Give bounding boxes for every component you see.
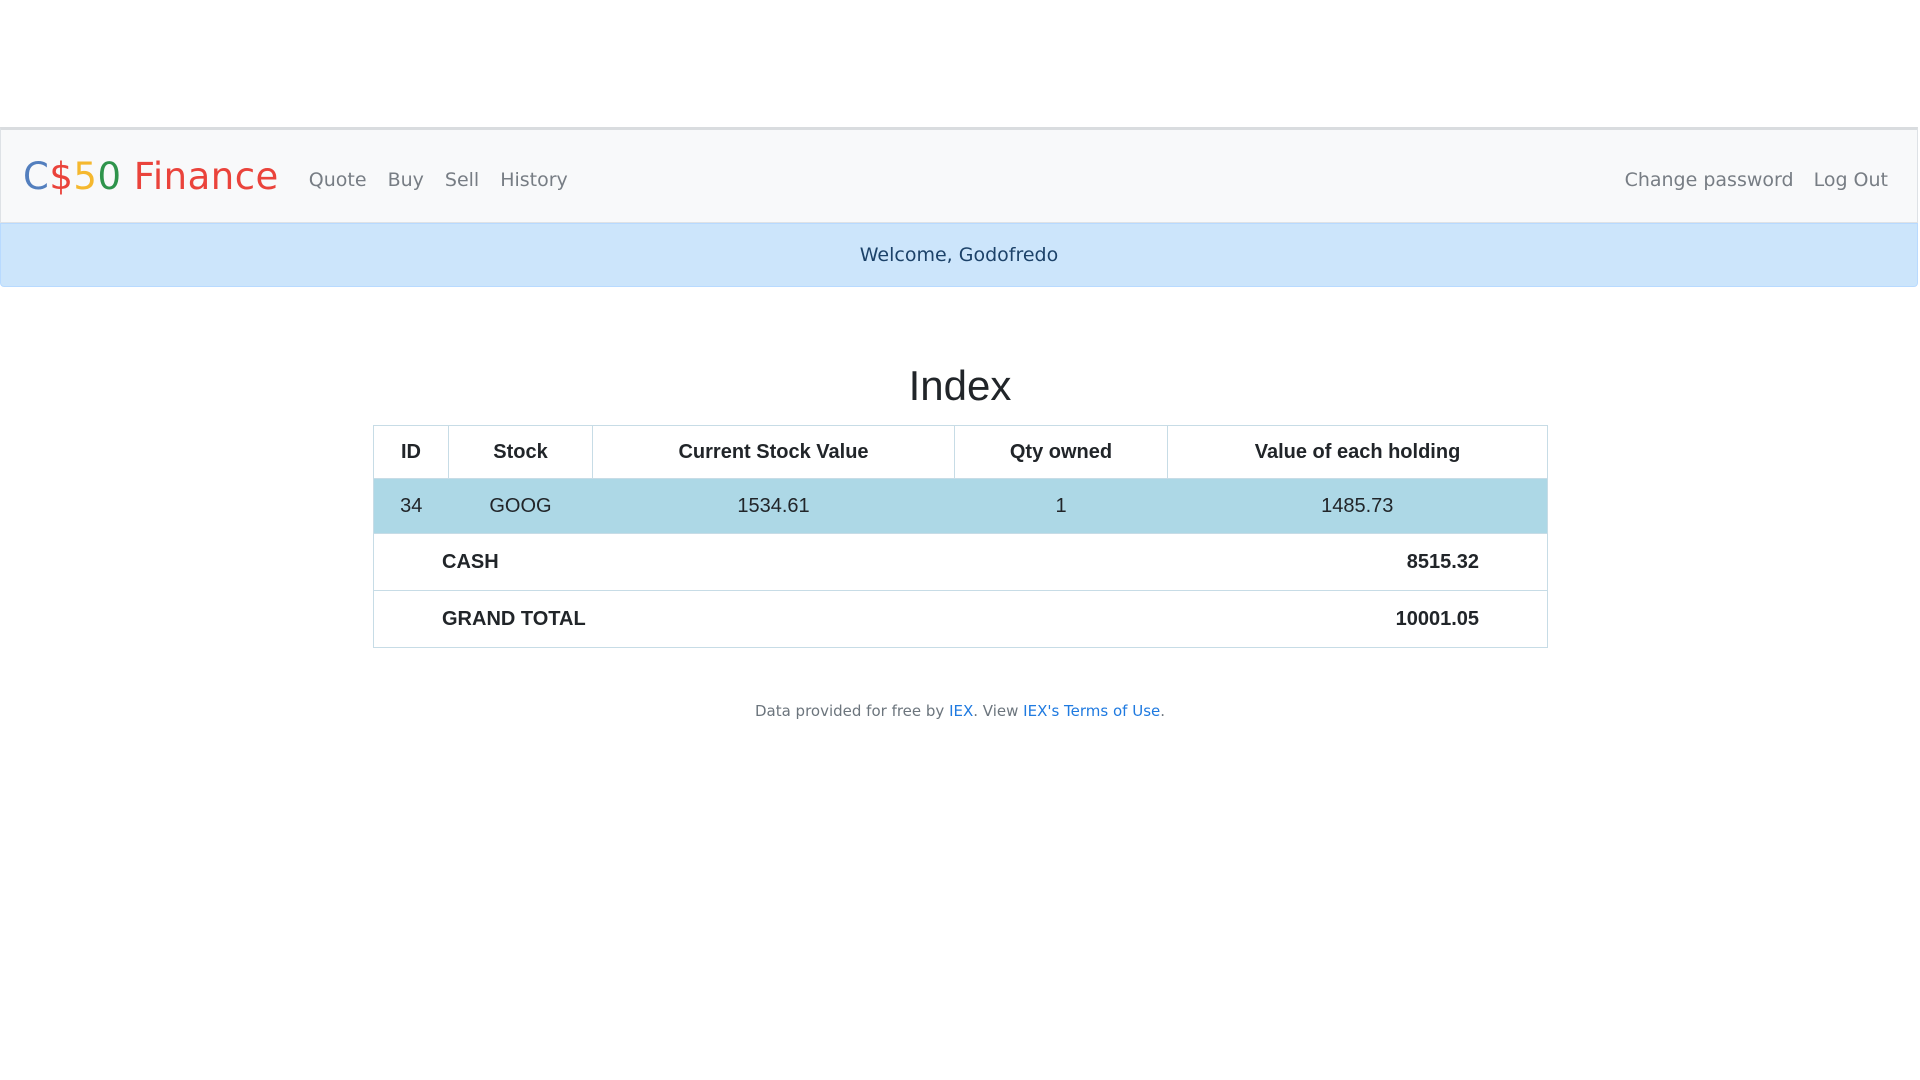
- portfolio-table: ID Stock Current Stock Value Qty owned V…: [373, 425, 1548, 648]
- cell-current-stock-value: 1534.61: [592, 478, 955, 534]
- brand-letter-dollar: $: [49, 154, 74, 198]
- brand-letter-5: 5: [73, 154, 98, 198]
- grand-total-label: GRAND TOTAL: [373, 590, 593, 648]
- table-header-row: ID Stock Current Stock Value Qty owned V…: [373, 425, 1548, 479]
- nav-link-sell[interactable]: Sell: [445, 169, 479, 191]
- nav-link-quote[interactable]: Quote: [309, 169, 367, 191]
- footer-middle-text: . View: [973, 702, 1024, 720]
- welcome-alert: Welcome, Godofredo: [0, 223, 1918, 287]
- nav-links-right: Change password Log Out: [1605, 169, 1888, 191]
- nav-link-change-password[interactable]: Change password: [1625, 169, 1794, 191]
- table-row: 34 GOOG 1534.61 1 1485.73: [373, 478, 1548, 534]
- footer-prefix-text: Data provided for free by: [754, 702, 950, 720]
- column-header-id: ID: [373, 425, 449, 479]
- portfolio-table-container: ID Stock Current Stock Value Qty owned V…: [373, 425, 1548, 648]
- iex-link[interactable]: IEX: [949, 702, 973, 720]
- footer-suffix-text: .: [1160, 702, 1166, 720]
- nav-link-buy[interactable]: Buy: [388, 169, 424, 191]
- brand-logo-link[interactable]: C$50 Finance: [23, 155, 279, 198]
- grand-total-row: GRAND TOTAL 10001.05: [373, 590, 1548, 648]
- cash-row: CASH 8515.32: [373, 533, 1548, 591]
- cell-value-of-holding: 1485.73: [1167, 478, 1548, 534]
- cell-stock: GOOG: [448, 478, 593, 534]
- column-header-value-of-each-holding: Value of each holding: [1167, 425, 1548, 479]
- iex-terms-link[interactable]: IEX's Terms of Use: [1023, 702, 1160, 720]
- cash-value: 8515.32: [592, 533, 1548, 591]
- column-header-stock: Stock: [448, 425, 593, 479]
- brand-word-finance: Finance: [121, 154, 279, 198]
- brand-letter-0: 0: [97, 154, 122, 198]
- cash-label: CASH: [373, 533, 593, 591]
- nav-links-left: Quote Buy Sell History: [309, 169, 589, 191]
- nav-link-log-out[interactable]: Log Out: [1814, 169, 1888, 191]
- grand-total-value: 10001.05: [592, 590, 1548, 648]
- page-title: Index: [908, 362, 1012, 409]
- navbar: C$50 Finance Quote Buy Sell History Chan…: [0, 127, 1918, 223]
- cell-qty-owned: 1: [954, 478, 1168, 534]
- footer: Data provided for free by IEX. View IEX'…: [0, 702, 1920, 720]
- column-header-qty-owned: Qty owned: [954, 425, 1168, 479]
- nav-link-history[interactable]: History: [500, 169, 568, 191]
- column-header-current-stock-value: Current Stock Value: [592, 425, 955, 479]
- cell-id: 34: [373, 478, 449, 534]
- brand-letter-c: C: [23, 154, 50, 198]
